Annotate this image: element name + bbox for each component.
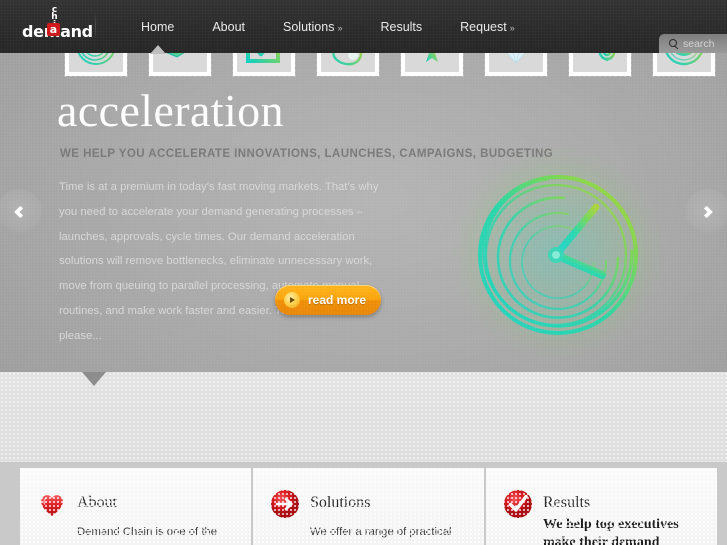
thumbnail-active-pointer bbox=[82, 372, 106, 386]
search-box[interactable] bbox=[659, 34, 727, 53]
thumbnail-strip bbox=[0, 372, 727, 462]
search-icon bbox=[669, 39, 678, 48]
header-divider bbox=[95, 12, 96, 40]
feature-column-about[interactable]: About Demand Chain is one of the world's… bbox=[20, 468, 251, 545]
read-more-label: read more bbox=[308, 293, 367, 307]
carousel-prev-button[interactable] bbox=[0, 189, 42, 235]
column-text-about: Demand Chain is one of the world's leadi… bbox=[77, 526, 218, 538]
nav-link-results[interactable]: Results bbox=[380, 20, 422, 34]
chevron-right-icon bbox=[700, 205, 714, 219]
column-title-results: Results bbox=[543, 494, 591, 511]
nav-link-request[interactable]: Request» bbox=[460, 20, 515, 34]
nav-link-solutions[interactable]: Solutions» bbox=[283, 20, 342, 34]
nav-active-pointer bbox=[149, 45, 166, 54]
nav-item-results[interactable]: Results bbox=[368, 0, 434, 53]
column-title-about: About bbox=[77, 494, 117, 511]
column-title-solutions: Solutions bbox=[310, 494, 371, 511]
column-text-results: We help top executives make their demand bbox=[543, 517, 679, 545]
feature-columns: About Demand Chain is one of the world's… bbox=[0, 462, 727, 545]
heart-icon bbox=[37, 489, 67, 519]
column-text-solutions: We offer a range of practical business s… bbox=[310, 526, 452, 538]
nav-item-about[interactable]: About bbox=[200, 0, 257, 53]
nav-label-results: Results bbox=[380, 20, 423, 34]
carousel-next-button[interactable] bbox=[685, 189, 727, 235]
feature-column-results[interactable]: Results We help top executives make thei… bbox=[486, 468, 717, 545]
logo-accent-letter: a bbox=[49, 23, 58, 36]
nav-item-home[interactable]: Home bbox=[129, 0, 186, 54]
nav-label-request: Request bbox=[460, 20, 507, 34]
hero-slider: acceleration WE HELP YOU ACCELERATE INNO… bbox=[0, 53, 727, 372]
nav-link-about[interactable]: About bbox=[212, 20, 245, 34]
chevron-left-icon bbox=[13, 205, 27, 219]
chevron-double-right-icon-2: » bbox=[509, 23, 515, 33]
hero-subtitle: WE HELP YOU ACCELERATE INNOVATIONS, LAUN… bbox=[60, 148, 554, 160]
nav-label-solutions: Solutions bbox=[283, 20, 335, 34]
logo-accent-block: a bbox=[47, 23, 60, 36]
chevron-double-right-icon: » bbox=[337, 23, 343, 33]
search-input[interactable] bbox=[683, 37, 727, 50]
feature-column-solutions[interactable]: Solutions We offer a range of practical … bbox=[253, 468, 484, 545]
hero-body-text: Time is at a premium in today's fast mov… bbox=[59, 181, 379, 342]
hero-title: acceleration bbox=[57, 85, 284, 136]
read-more-button[interactable]: read more bbox=[275, 285, 381, 315]
nav-item-solutions[interactable]: Solutions» bbox=[271, 0, 354, 53]
play-circle-icon bbox=[284, 292, 300, 308]
main-navigation: Home About Solutions» Results Request» bbox=[129, 0, 541, 54]
clock-glow bbox=[452, 147, 664, 359]
site-logo[interactable]: demand chin a bbox=[22, 5, 93, 48]
nav-label-home: Home bbox=[141, 20, 175, 34]
nav-link-home[interactable]: Home bbox=[141, 20, 174, 34]
arrow-circle-icon bbox=[270, 489, 300, 519]
nav-label-about: About bbox=[212, 20, 246, 34]
site-header: demand chin a Home About Solutions» Resu… bbox=[0, 0, 727, 54]
check-circle-icon bbox=[503, 489, 533, 519]
hero-clock-graphic bbox=[452, 147, 664, 359]
nav-item-request[interactable]: Request» bbox=[448, 0, 527, 53]
